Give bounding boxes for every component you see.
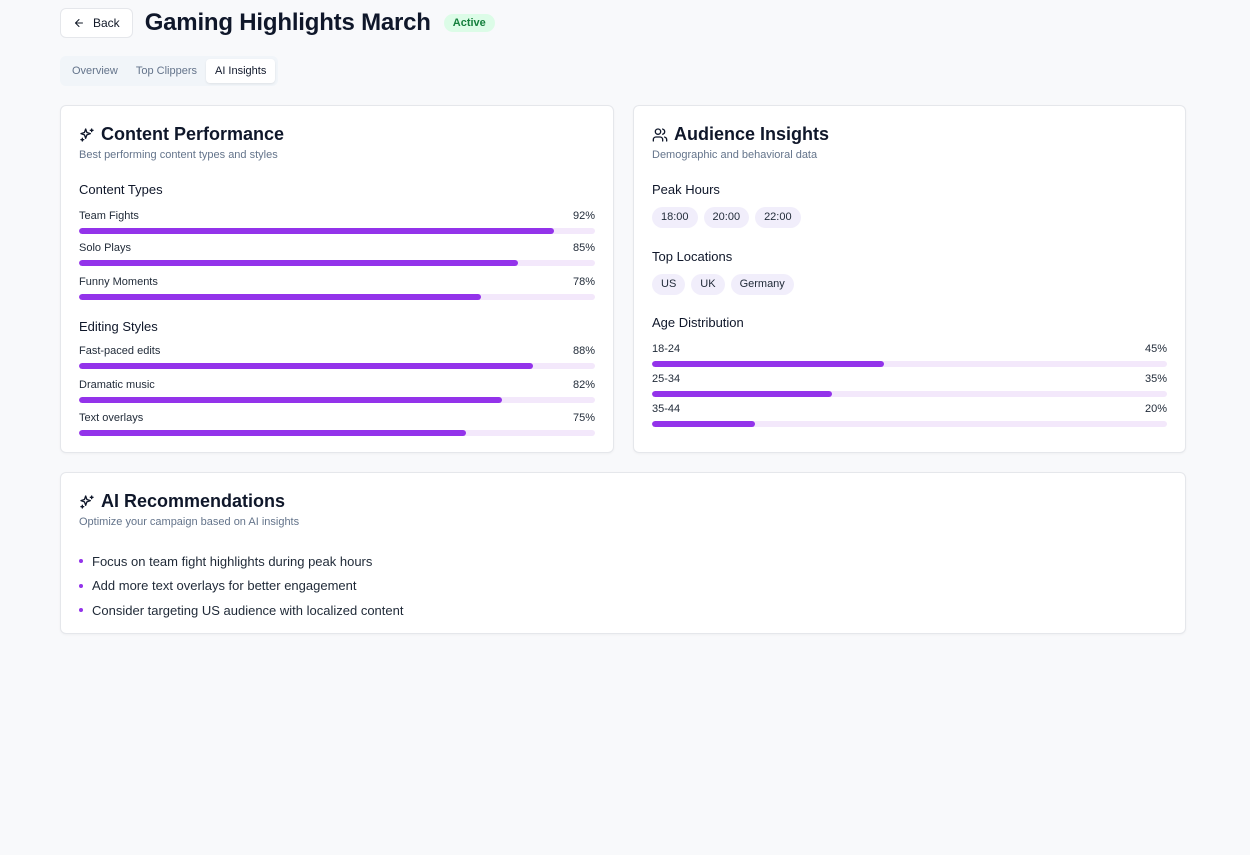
content-performance-subtitle: Best performing content types and styles [79, 149, 278, 161]
recommendations-list: Focus on team fight highlights during pe… [79, 549, 403, 623]
progress-track [652, 361, 1167, 367]
progress-track [652, 421, 1167, 427]
progress-track [79, 397, 595, 403]
progress-track [79, 430, 595, 436]
page-title: Gaming Highlights March [144, 9, 431, 36]
bar-value: 82% [572, 379, 595, 391]
bar-value: 45% [1144, 343, 1167, 355]
tab-top-clippers[interactable]: Top Clippers [127, 59, 206, 83]
progress-track [79, 294, 595, 300]
age-row: 35-44 20% [652, 403, 1167, 429]
editing-style-row: Dramatic music 82% [79, 379, 595, 405]
audience-insights-card: Audience Insights Demographic and behavi… [633, 105, 1186, 453]
editing-style-row: Text overlays 75% [79, 412, 595, 438]
status-badge: Active [443, 14, 495, 32]
bullet-dot-icon [79, 608, 83, 613]
audience-insights-subtitle: Demographic and behavioral data [652, 149, 818, 161]
content-type-row: Team Fights 92% [79, 210, 595, 236]
back-button-label: Back [93, 16, 120, 30]
recommendation-item: Add more text overlays for better engage… [79, 574, 403, 599]
bar-label: Funny Moments [79, 276, 158, 288]
content-type-row: Funny Moments 78% [79, 276, 595, 302]
age-row: 25-34 35% [652, 373, 1167, 399]
bullet-dot-icon [79, 583, 83, 588]
bar-value: 35% [1144, 373, 1167, 385]
bar-value: 78% [572, 276, 595, 288]
bar-label: 18-24 [652, 343, 681, 355]
top-locations-chips: US UK Germany [652, 274, 794, 295]
bullet-dot-icon [79, 559, 83, 564]
recommendation-text: Add more text overlays for better engage… [92, 578, 357, 594]
peak-hours-chips: 18:00 20:00 22:00 [652, 207, 801, 228]
ai-recommendations-subtitle: Optimize your campaign based on AI insig… [79, 516, 300, 528]
bar-value: 88% [572, 345, 595, 357]
peak-hour-chip: 18:00 [652, 207, 698, 228]
audience-insights-title-text: Audience Insights [674, 124, 830, 144]
users-icon [652, 127, 668, 142]
tab-list: Overview Top Clippers AI Insights [60, 56, 279, 86]
progress-track [652, 391, 1167, 397]
progress-fill [79, 294, 482, 300]
bar-label: Text overlays [79, 412, 144, 424]
bar-label: Dramatic music [79, 379, 155, 391]
progress-track [79, 260, 595, 266]
progress-fill [79, 430, 466, 436]
sparkles-icon [80, 127, 94, 142]
recommendation-text: Consider targeting US audience with loca… [92, 602, 404, 618]
top-locations-label: Top Locations [652, 249, 733, 264]
peak-hour-chip: 22:00 [755, 207, 801, 228]
progress-track [79, 228, 595, 234]
content-types-label: Content Types [79, 182, 163, 197]
bar-label: 35-44 [652, 403, 681, 415]
progress-fill [79, 363, 534, 369]
location-chip: UK [691, 274, 725, 295]
recommendation-item: Focus on team fight highlights during pe… [79, 549, 403, 574]
bar-label: Team Fights [79, 210, 139, 222]
peak-hour-chip: 20:00 [703, 207, 750, 228]
location-chip: Germany [730, 274, 794, 295]
bar-label: Solo Plays [79, 242, 131, 254]
bar-value: 85% [572, 242, 595, 254]
age-distribution-label: Age Distribution [652, 315, 744, 330]
arrow-left-icon [75, 19, 83, 27]
editing-styles-label: Editing Styles [79, 319, 158, 334]
location-chip: US [652, 274, 686, 295]
bar-value: 92% [572, 210, 595, 222]
page-header: Back Gaming Highlights March Active [60, 8, 495, 38]
content-performance-title: Content Performance [79, 124, 284, 145]
age-row: 18-24 45% [652, 343, 1167, 369]
content-type-row: Solo Plays 85% [79, 242, 595, 268]
bar-value: 20% [1144, 403, 1167, 415]
editing-style-row: Fast-paced edits 88% [79, 345, 595, 371]
progress-fill [652, 421, 755, 427]
content-performance-card: Content Performance Best performing cont… [60, 105, 614, 453]
progress-fill [79, 228, 554, 234]
tab-overview[interactable]: Overview [63, 59, 127, 83]
recommendation-item: Consider targeting US audience with loca… [79, 598, 403, 623]
ai-recommendations-title-text: AI Recommendations [101, 491, 286, 511]
bar-label: Fast-paced edits [79, 345, 161, 357]
content-performance-title-text: Content Performance [101, 124, 285, 144]
ai-recommendations-title: AI Recommendations [79, 491, 285, 512]
tab-ai-insights[interactable]: AI Insights [205, 59, 276, 83]
bar-value: 75% [572, 412, 595, 424]
sparkles-icon [80, 494, 94, 509]
audience-insights-title: Audience Insights [652, 124, 829, 145]
recommendation-text: Focus on team fight highlights during pe… [92, 553, 373, 569]
ai-recommendations-card: AI Recommendations Optimize your campaig… [60, 472, 1186, 634]
progress-fill [652, 391, 833, 397]
bar-label: 25-34 [652, 373, 681, 385]
progress-fill [79, 260, 518, 266]
progress-fill [652, 361, 884, 367]
progress-fill [79, 397, 503, 403]
progress-track [79, 363, 595, 369]
peak-hours-label: Peak Hours [652, 182, 720, 197]
back-button[interactable]: Back [60, 8, 133, 38]
